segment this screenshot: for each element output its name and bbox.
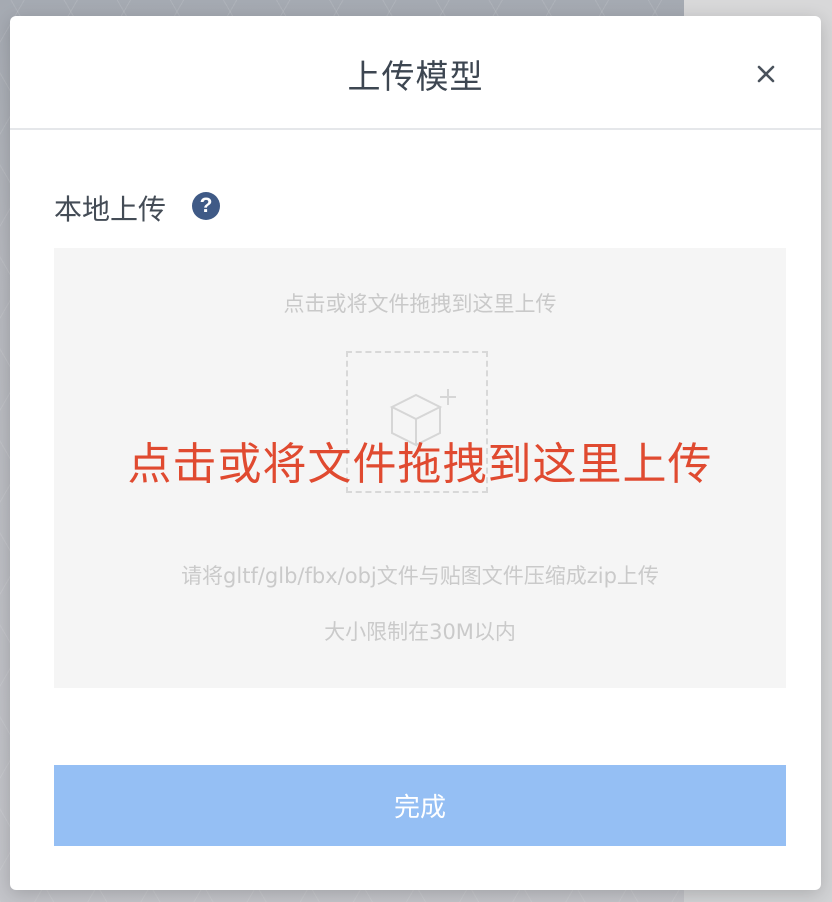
upload-dropzone[interactable]: 点击或将文件拖拽到这里上传 点击或将文件拖拽到这里上传 请将gltf/glb/f… [54,248,786,688]
file-format-hint: 请将gltf/glb/fbx/obj文件与贴图文件压缩成zip上传 [181,564,659,588]
done-button[interactable]: 完成 [54,765,786,846]
question-circle-icon[interactable]: ? [192,192,220,220]
close-button[interactable] [752,60,780,88]
close-icon [757,65,775,83]
local-upload-label: 本地上传 [54,193,167,226]
file-size-hint: 大小限制在30M以内 [324,620,516,644]
dialog-title: 上传模型 [347,57,484,96]
drag-drop-overlay-text: 点击或将文件拖拽到这里上传 [127,439,713,490]
dialog-header: 上传模型 [10,16,821,130]
dropzone-hint: 点击或将文件拖拽到这里上传 [283,292,557,316]
upload-model-dialog: 上传模型 本地上传 ? 点击或将文件拖拽到这里上传 点击或将文件拖拽到这里上传 [10,16,821,890]
